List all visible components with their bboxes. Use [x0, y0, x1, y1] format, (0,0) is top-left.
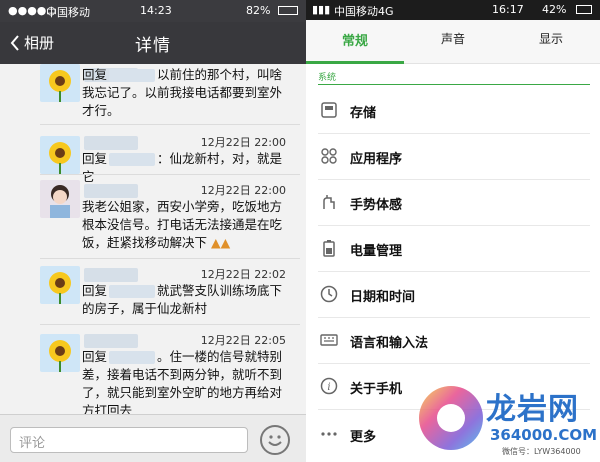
page-title: 详情 [135, 36, 171, 56]
avatar-sunflower[interactable] [40, 64, 80, 102]
commenter-name-blurred[interactable] [84, 334, 138, 348]
watermark-logo-icon [419, 386, 483, 450]
keyboard-icon [320, 334, 338, 346]
tab-display[interactable]: 显示 [502, 30, 600, 47]
setting-language-input[interactable]: 语言和输入法 [306, 318, 600, 364]
watermark-wechat: 微信号：LYW364000 [502, 447, 581, 456]
setting-label: 电量管理 [350, 244, 403, 259]
tab-sound[interactable]: 声音 [404, 30, 502, 47]
clock-label: 14:23 [140, 4, 172, 17]
gesture-icon [323, 195, 335, 209]
wechat-moments-detail-screen: ●●●●○ 中国移动 14:23 82% 相册 详情 回复 以前住的那个村，叫啥我… [0, 0, 306, 462]
comment-time: 12月22日 22:00 [200, 136, 286, 149]
divider [40, 324, 300, 325]
comment-input[interactable]: 评论 [10, 427, 248, 453]
setting-label: 手势体感 [350, 198, 403, 213]
info-icon: i [320, 377, 338, 395]
comment-text: 回复 就武警支队训练场底下的房子，属于仙龙新村 [82, 283, 283, 316]
clock-icon [320, 285, 338, 303]
setting-label: 更多 [350, 430, 377, 445]
setting-label: 关于手机 [350, 382, 403, 397]
storage-icon [321, 102, 337, 118]
battery-percent: 42% [542, 3, 567, 16]
comment-time: 12月22日 22:00 [200, 184, 286, 197]
active-tab-indicator [306, 61, 404, 64]
battery-icon [278, 6, 298, 15]
setting-label: 应用程序 [350, 152, 403, 167]
svg-text:i: i [327, 382, 330, 393]
comment-time: 12月22日 22:05 [200, 334, 286, 347]
watermark-domain: 364000.COM [490, 426, 598, 444]
avatar-sunflower[interactable] [40, 334, 80, 372]
clock-label: 16:17 [492, 3, 524, 16]
comment-time: 12月22日 22:02 [200, 268, 286, 281]
battery-percent: 82% [246, 4, 271, 17]
setting-date-time[interactable]: 日期和时间 [306, 272, 600, 318]
avatar-sunflower[interactable] [40, 136, 80, 174]
status-bar: ●●●●○ 中国移动 14:23 82% [0, 0, 306, 22]
setting-label: 语言和输入法 [350, 336, 429, 351]
emoji-icon: ▲▲ [211, 235, 231, 250]
battery-icon [323, 240, 335, 257]
tab-general[interactable]: 常规 [306, 30, 404, 49]
settings-tabs: 常规 声音 显示 [306, 20, 600, 64]
divider [40, 258, 300, 259]
section-label: 系统 [318, 73, 337, 83]
emoji-button[interactable] [260, 425, 290, 455]
commenter-name-blurred[interactable] [84, 268, 138, 282]
site-watermark: 龙岩网 364000.COM 微信号：LYW364000 [412, 376, 600, 462]
setting-apps[interactable]: 应用程序 [306, 134, 600, 180]
comment-text: 回复 ：仙龙新村，对，就是它 [82, 151, 283, 184]
commenter-name-blurred[interactable] [84, 184, 138, 198]
signal-icon: ▮▮▮ [312, 3, 331, 16]
comment-text: 我老公姐家，西安小学旁，吃饭地方根本没信号。打电话无法接通是在吃饭，赶紧找移动解… [82, 199, 283, 250]
avatar-sunflower[interactable] [40, 266, 80, 304]
comment-input-bar: 评论 [0, 414, 306, 462]
setting-label: 存储 [350, 106, 377, 121]
apps-icon [321, 148, 337, 164]
battery-icon [576, 5, 592, 14]
comment-text: 回复 以前住的那个村，叫啥我忘记了。以前我接电话都要到室外才行。 [82, 67, 283, 118]
divider [40, 124, 300, 125]
setting-label: 日期和时间 [350, 290, 416, 305]
more-icon [321, 432, 337, 436]
comment-text: 回复 。住一楼的信号就特别差，接着电话不到两分钟，就听不到了，就只能到室外空旷的地… [82, 349, 283, 418]
setting-battery[interactable]: 电量管理 [306, 226, 600, 272]
smiley-icon [268, 435, 282, 446]
setting-gestures[interactable]: 手势体感 [306, 180, 600, 226]
carrier-label: 中国移动 [46, 6, 90, 19]
status-bar: ▮▮▮ 中国移动4G 16:17 42% [306, 0, 600, 20]
setting-storage[interactable]: 存储 [306, 88, 600, 134]
divider [40, 174, 300, 175]
carrier-label: 中国移动4G [334, 5, 394, 18]
avatar-child-photo[interactable] [40, 180, 80, 218]
commenter-name-blurred[interactable] [84, 136, 138, 150]
section-divider [318, 84, 590, 85]
watermark-name: 龙岩网 [486, 392, 579, 427]
nav-bar: 相册 详情 [0, 22, 306, 64]
